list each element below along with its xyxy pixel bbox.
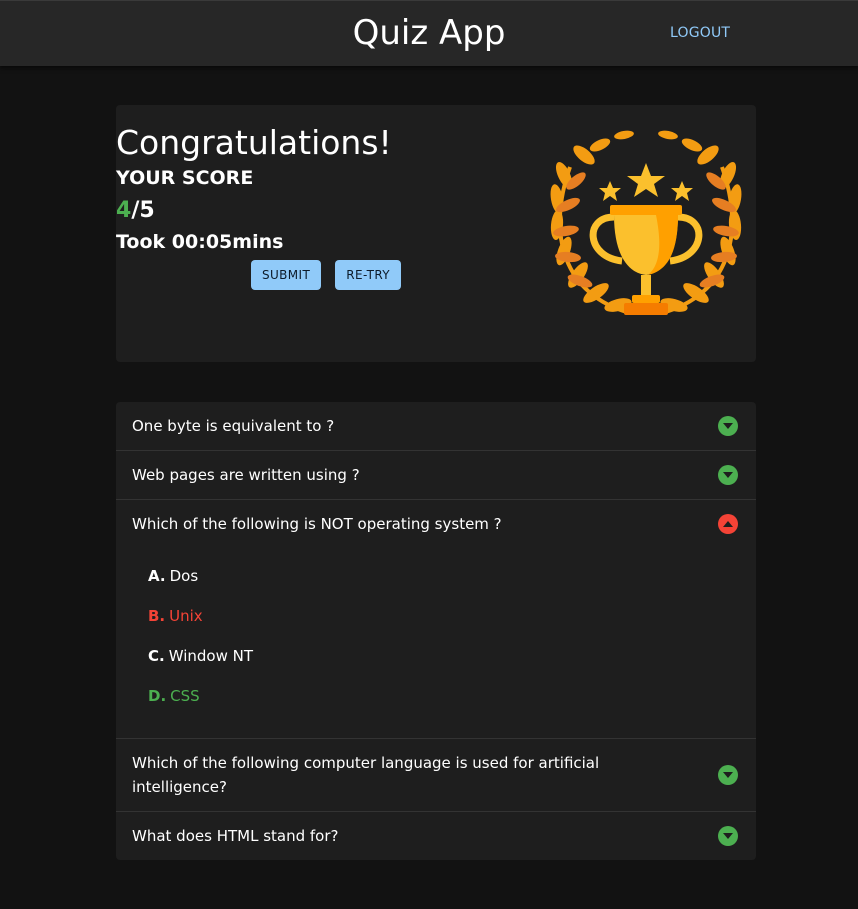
- answer-option: C. Window NT: [148, 647, 254, 665]
- question-item: One byte is equivalent to ?: [116, 402, 756, 451]
- question-item: Which of the following computer language…: [116, 739, 756, 812]
- result-actions: SUBMIT RE-TRY: [116, 260, 536, 290]
- answer-option: A. Dos: [148, 567, 199, 585]
- question-text: Which of the following is NOT operating …: [132, 515, 502, 533]
- logout-button[interactable]: LOGOUT: [670, 25, 730, 41]
- question-header[interactable]: One byte is equivalent to ?: [116, 402, 756, 450]
- question-item-expanded: Which of the following is NOT operating …: [116, 500, 756, 739]
- question-header[interactable]: Web pages are written using ?: [116, 451, 756, 499]
- score-total: /5: [131, 198, 155, 223]
- expand-correct-icon[interactable]: [718, 826, 738, 846]
- expand-correct-icon[interactable]: [718, 416, 738, 436]
- question-text: What does HTML stand for?: [132, 827, 339, 845]
- score-correct: 4: [116, 198, 132, 223]
- question-header[interactable]: Which of the following computer language…: [116, 739, 756, 811]
- question-text: One byte is equivalent to ?: [132, 417, 335, 435]
- answer-option-correct: D. CSS: [148, 687, 200, 705]
- score-label: YOUR SCORE: [116, 167, 254, 189]
- time-taken: Took 00:05mins: [116, 231, 284, 253]
- score-value: 4/5: [116, 198, 536, 223]
- expand-correct-icon[interactable]: [718, 765, 738, 785]
- question-header[interactable]: What does HTML stand for?: [116, 812, 756, 860]
- retry-button[interactable]: RE-TRY: [335, 260, 402, 290]
- app-bar: Quiz App LOGOUT: [0, 0, 858, 66]
- answer-option-selected-wrong: B. Unix: [148, 607, 203, 625]
- expand-correct-icon[interactable]: [718, 465, 738, 485]
- question-text: Web pages are written using ?: [132, 466, 360, 484]
- congratulations-heading: Congratulations!: [116, 123, 392, 162]
- question-header[interactable]: Which of the following is NOT operating …: [116, 500, 756, 548]
- question-item: What does HTML stand for?: [116, 812, 756, 860]
- submit-button[interactable]: SUBMIT: [250, 260, 322, 290]
- question-text: Which of the following computer language…: [132, 754, 600, 796]
- collapse-incorrect-icon[interactable]: [718, 514, 738, 534]
- answer-options: A. Dos B. Unix C. Window NT D. CSS: [116, 548, 756, 738]
- question-list: One byte is equivalent to ? Web pages ar…: [116, 402, 756, 860]
- question-item: Web pages are written using ?: [116, 451, 756, 500]
- result-card: Congratulations! YOUR SCORE 4/5 Took 00:…: [116, 105, 756, 362]
- trophy-laurel-icon: [550, 130, 742, 315]
